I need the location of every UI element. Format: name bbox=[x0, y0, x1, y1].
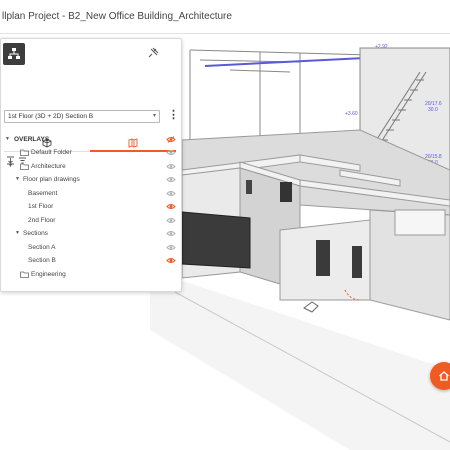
tree-row-section-b[interactable]: Section B bbox=[1, 254, 181, 267]
tree-row-basement[interactable]: Basement bbox=[1, 187, 181, 200]
view-selector[interactable]: 1st Floor (3D + 2D) Section B ▾ bbox=[4, 110, 160, 123]
folder-icon bbox=[20, 149, 29, 156]
window-title: llplan Project - B2_New Office Building_… bbox=[2, 11, 232, 22]
tree-row-engineering[interactable]: Engineering bbox=[1, 268, 181, 281]
collapse-arrow-icon[interactable]: ▼ bbox=[5, 133, 10, 146]
tree-label-architecture: Architecture bbox=[31, 163, 66, 170]
visibility-icon[interactable] bbox=[166, 244, 176, 251]
tree-row-architecture[interactable]: ▼ Architecture bbox=[1, 160, 181, 173]
tree-label-default-folder: Default Folder bbox=[31, 149, 72, 156]
tree-label-floor-plan-drawings: Floor plan drawings bbox=[23, 176, 80, 183]
structure-menu-button[interactable] bbox=[3, 43, 25, 65]
window-title-bar: llplan Project - B2_New Office Building_… bbox=[0, 0, 450, 34]
tree-label-overlays: OVERLAYS bbox=[14, 136, 50, 143]
overlay-tree: ▼ OVERLAYS Default Folder ▼ Architecture… bbox=[1, 133, 181, 283]
tree-label-basement: Basement bbox=[28, 190, 58, 197]
tree-row-default-folder[interactable]: Default Folder bbox=[1, 146, 181, 159]
tree-label-second-floor: 2nd Floor bbox=[28, 217, 56, 224]
tree-label-section-a: Section A bbox=[28, 244, 56, 251]
tree-row-sections[interactable]: ▼ Sections bbox=[1, 227, 181, 240]
tree-row-overlays[interactable]: ▼ OVERLAYS bbox=[1, 133, 181, 146]
visibility-icon[interactable] bbox=[166, 217, 176, 224]
tree-label-sections: Sections bbox=[23, 230, 48, 237]
visibility-active-icon[interactable] bbox=[166, 257, 176, 264]
view-selector-value: 1st Floor (3D + 2D) Section B bbox=[8, 113, 94, 120]
tree-row-second-floor[interactable]: 2nd Floor bbox=[1, 214, 181, 227]
visibility-off-icon[interactable] bbox=[166, 136, 176, 143]
more-options-button[interactable]: ⋮ bbox=[168, 109, 179, 123]
collapse-arrow-icon[interactable]: ▼ bbox=[15, 173, 20, 186]
window-opening-2 bbox=[280, 182, 292, 202]
tree-row-section-a[interactable]: Section A bbox=[1, 241, 181, 254]
glass-curtain bbox=[181, 211, 251, 269]
stair-label-b: 30.0 bbox=[428, 107, 438, 113]
chevron-down-icon: ▾ bbox=[152, 113, 156, 119]
home-icon bbox=[439, 371, 449, 381]
collapse-arrow-icon[interactable]: ▼ bbox=[8, 160, 13, 173]
home-view-button[interactable] bbox=[430, 362, 450, 390]
tree-row-first-floor[interactable]: 1st Floor bbox=[1, 200, 181, 213]
visibility-icon[interactable] bbox=[166, 230, 176, 237]
visibility-active-icon[interactable] bbox=[166, 203, 176, 210]
visibility-icon[interactable] bbox=[166, 149, 176, 156]
folder-icon bbox=[20, 163, 29, 170]
level-label: +3.60 bbox=[345, 111, 358, 117]
visibility-icon[interactable] bbox=[166, 176, 176, 183]
tree-label-first-floor: 1st Floor bbox=[28, 203, 54, 210]
pin-panel-icon[interactable] bbox=[147, 47, 159, 59]
tree-label-engineering: Engineering bbox=[31, 271, 66, 278]
visibility-icon[interactable] bbox=[166, 163, 176, 170]
collapse-arrow-icon[interactable]: ▼ bbox=[15, 227, 20, 240]
door-opening-1 bbox=[316, 240, 330, 276]
floor-marker bbox=[303, 301, 319, 313]
window-opening-1 bbox=[246, 180, 252, 194]
tree-row-floor-plan-drawings[interactable]: ▼ Floor plan drawings bbox=[1, 173, 181, 186]
door-opening-2 bbox=[352, 246, 362, 278]
right-room-top bbox=[394, 209, 446, 236]
dimension-line bbox=[204, 57, 366, 67]
hierarchy-icon bbox=[8, 48, 20, 59]
tree-label-section-b: Section B bbox=[28, 257, 56, 264]
visibility-icon[interactable] bbox=[166, 190, 176, 197]
stair-level-label: +2.92 bbox=[375, 44, 388, 50]
folder-icon bbox=[20, 271, 29, 278]
